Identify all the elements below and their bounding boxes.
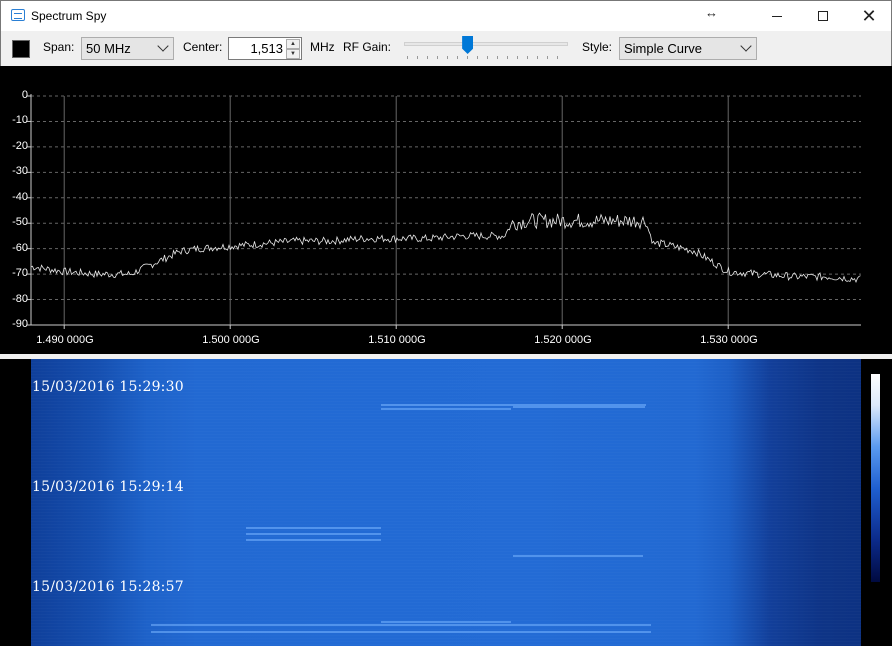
spectrum-plot[interactable]: [0, 66, 892, 354]
signal-streak: [513, 406, 645, 408]
app-icon: [11, 9, 25, 21]
x-tick-label: 1.490 000G: [36, 334, 94, 346]
toolbar: Span: 50 MHz Center: 1,513 ▲ ▼ MHz RF Ga…: [0, 31, 892, 66]
signal-streak: [246, 539, 381, 541]
y-tick-label: -90: [12, 318, 28, 330]
span-select[interactable]: 50 MHz: [81, 37, 174, 60]
slider-thumb[interactable]: [462, 36, 474, 54]
signal-streak: [513, 555, 643, 557]
rf-gain-slider[interactable]: [404, 35, 568, 63]
waterfall-canvas: [31, 359, 861, 646]
intensity-colorbar: [871, 374, 880, 582]
waterfall-timestamp: 15/03/2016 15:28:57: [32, 579, 184, 595]
waterfall-timestamp: 15/03/2016 15:29:30: [32, 379, 184, 395]
style-select[interactable]: Simple Curve: [619, 37, 757, 60]
x-tick-label: 1.520 000G: [534, 334, 592, 346]
color-picker-button[interactable]: [12, 40, 30, 58]
maximize-icon: [818, 11, 828, 21]
chevron-down-icon: [740, 40, 752, 52]
y-tick-label: -50: [12, 216, 28, 229]
title-bar: Spectrum Spy ↔ ✕: [0, 0, 892, 31]
x-tick-label: 1.510 000G: [368, 334, 426, 346]
x-tick-label: 1.500 000G: [202, 334, 260, 346]
center-label: Center:: [183, 40, 223, 54]
y-tick-label: -20: [12, 139, 28, 152]
rf-gain-label: RF Gain:: [343, 40, 392, 54]
minimize-button[interactable]: [754, 1, 800, 31]
resize-arrows-icon[interactable]: ↔: [705, 5, 718, 20]
slider-track: [404, 42, 568, 46]
y-tick-label: -70: [12, 267, 28, 280]
signal-streak: [246, 533, 381, 535]
y-tick-label: 0: [21, 89, 28, 101]
close-icon: ✕: [861, 6, 877, 26]
waterfall-display[interactable]: 15/03/2016 15:29:30 15/03/2016 15:29:14 …: [0, 359, 892, 646]
chevron-down-icon: [157, 40, 169, 52]
y-tick-label: -30: [12, 165, 28, 178]
slider-ticks: [407, 56, 565, 59]
span-label: Span:: [43, 40, 75, 54]
waterfall-timestamp: 15/03/2016 15:29:14: [32, 479, 184, 495]
signal-streak: [246, 527, 381, 529]
center-unit-label: MHz: [310, 40, 335, 54]
center-frequency-input[interactable]: 1,513 ▲ ▼: [228, 37, 302, 60]
y-tick-label: -60: [12, 241, 28, 254]
span-select-value: 50 MHz: [86, 41, 131, 56]
waterfall-noise: [31, 359, 861, 646]
spin-up-button[interactable]: ▲: [286, 39, 300, 49]
style-label: Style:: [582, 40, 613, 54]
close-button[interactable]: ✕: [846, 1, 892, 31]
minimize-icon: [772, 15, 782, 17]
signal-streak: [381, 408, 511, 410]
signal-streak: [151, 631, 651, 633]
center-frequency-value: 1,513: [250, 41, 283, 56]
y-tick-label: -80: [12, 292, 28, 305]
maximize-button[interactable]: [800, 1, 846, 31]
signal-streak: [151, 624, 651, 626]
y-tick-label: -10: [12, 114, 28, 127]
y-tick-label: -40: [12, 190, 28, 203]
x-tick-label: 1.530 000G: [700, 334, 758, 346]
spectrum-chart[interactable]: 0 -10 -20 -30 -40 -50 -60 -70 -80 -90 1.490 000G 1…: [0, 66, 892, 354]
spin-down-button[interactable]: ▼: [286, 49, 300, 59]
signal-streak: [381, 621, 511, 623]
window-title: Spectrum Spy: [31, 9, 107, 23]
style-select-value: Simple Curve: [624, 41, 703, 56]
